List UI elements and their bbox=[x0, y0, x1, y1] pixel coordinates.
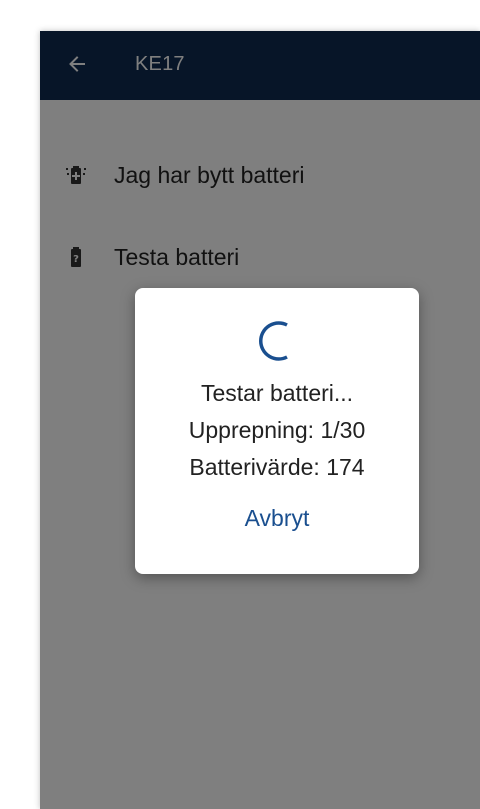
battery-test-dialog: Testar batteri... Upprepning: 1/30 Batte… bbox=[135, 288, 419, 574]
dialog-repetition-text: Upprepning: 1/30 bbox=[188, 417, 366, 443]
cancel-button[interactable]: Avbryt bbox=[217, 496, 337, 540]
dialog-battery-value-text: Batterivärde: 174 bbox=[189, 454, 365, 480]
dialog-status-text: Testar batteri... bbox=[200, 380, 354, 406]
app-screen: KE17 Jag har bytt batteri bbox=[40, 31, 480, 809]
progress-spinner-icon bbox=[259, 321, 288, 361]
